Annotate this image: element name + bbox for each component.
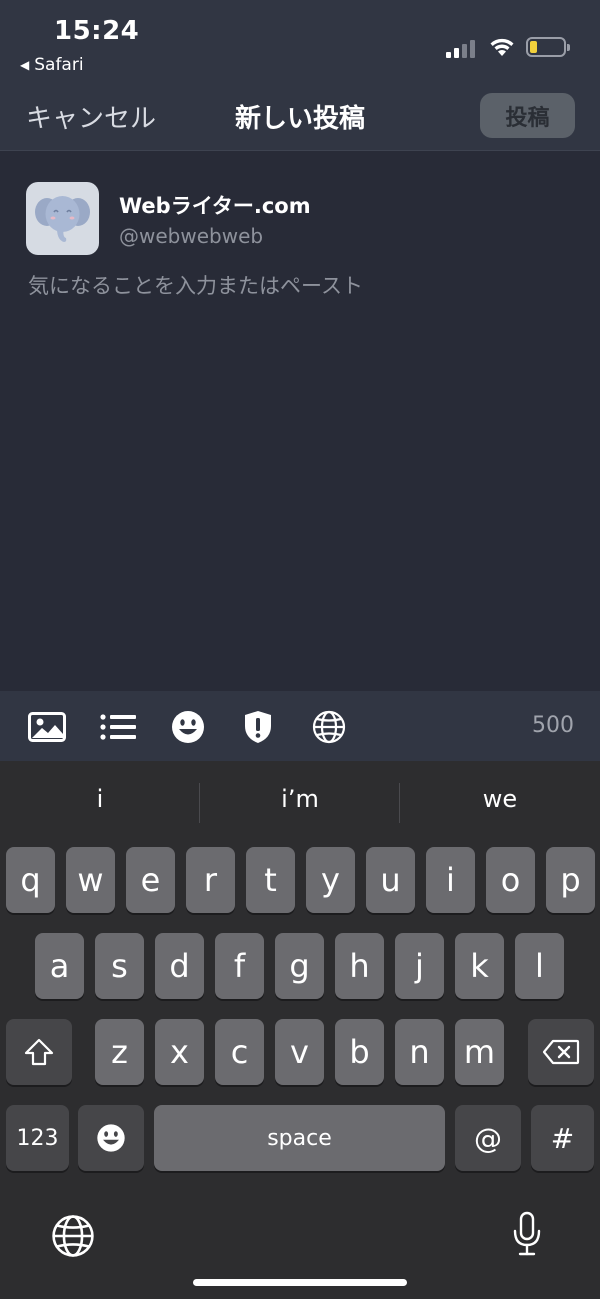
- key-c[interactable]: c: [215, 1019, 264, 1085]
- home-indicator: [193, 1279, 407, 1286]
- post-button[interactable]: 投稿: [480, 93, 575, 138]
- key-d[interactable]: d: [155, 933, 204, 999]
- suggestion-1[interactable]: i: [0, 785, 200, 813]
- key-v[interactable]: v: [275, 1019, 324, 1085]
- key-i[interactable]: i: [426, 847, 475, 913]
- key-e[interactable]: e: [126, 847, 175, 913]
- key-m[interactable]: m: [455, 1019, 504, 1085]
- avatar: [26, 182, 99, 255]
- suggestion-2[interactable]: i’m: [200, 785, 400, 813]
- key-b[interactable]: b: [335, 1019, 384, 1085]
- numbers-key[interactable]: 123: [6, 1105, 69, 1171]
- emoji-icon[interactable]: [169, 708, 207, 746]
- key-k[interactable]: k: [455, 933, 504, 999]
- key-x[interactable]: x: [155, 1019, 204, 1085]
- key-t[interactable]: t: [246, 847, 295, 913]
- image-icon[interactable]: [28, 708, 66, 746]
- nav-bar: キャンセル 新しい投稿 投稿: [0, 88, 600, 151]
- at-key[interactable]: @: [455, 1105, 521, 1171]
- key-a[interactable]: a: [35, 933, 84, 999]
- key-f[interactable]: f: [215, 933, 264, 999]
- account-display-name: Webライター.com: [119, 194, 311, 218]
- key-o[interactable]: o: [486, 847, 535, 913]
- list-icon[interactable]: [99, 708, 137, 746]
- key-h[interactable]: h: [335, 933, 384, 999]
- key-p[interactable]: p: [546, 847, 595, 913]
- battery-icon: [526, 37, 570, 57]
- backspace-icon: [542, 1039, 580, 1065]
- key-j[interactable]: j: [395, 933, 444, 999]
- delete-key[interactable]: [528, 1019, 594, 1085]
- compose-input[interactable]: [28, 268, 578, 304]
- emoji-icon: [97, 1124, 125, 1152]
- key-g[interactable]: g: [275, 933, 324, 999]
- suggestion-bar: i i’m we: [0, 761, 600, 845]
- key-s[interactable]: s: [95, 933, 144, 999]
- keyboard: i i’m we q w e r t y u i o p a s d f g h…: [0, 761, 600, 1299]
- emoji-key[interactable]: [78, 1105, 144, 1171]
- microphone-icon[interactable]: [511, 1211, 543, 1261]
- back-to-app-link[interactable]: ◀ Safari: [20, 55, 84, 75]
- account-handle: @webwebweb: [119, 224, 264, 248]
- key-u[interactable]: u: [366, 847, 415, 913]
- key-l[interactable]: l: [515, 933, 564, 999]
- key-z[interactable]: z: [95, 1019, 144, 1085]
- back-triangle-icon: ◀: [20, 58, 30, 72]
- shift-key[interactable]: [6, 1019, 72, 1085]
- back-app-label: Safari: [34, 55, 84, 75]
- compose-toolbar: 500: [0, 691, 600, 761]
- mastodon-elephant-icon: [35, 196, 90, 242]
- suggestion-3[interactable]: we: [400, 785, 600, 813]
- wifi-icon: [490, 38, 514, 56]
- shift-arrow-icon: [24, 1038, 54, 1066]
- status-bar: 15:24 ◀ Safari: [0, 0, 600, 88]
- key-y[interactable]: y: [306, 847, 355, 913]
- key-w[interactable]: w: [66, 847, 115, 913]
- key-r[interactable]: r: [186, 847, 235, 913]
- status-time: 15:24: [54, 16, 140, 46]
- space-key[interactable]: space: [154, 1105, 445, 1171]
- cellular-signal-icon: [446, 38, 475, 58]
- key-n[interactable]: n: [395, 1019, 444, 1085]
- globe-icon[interactable]: [310, 708, 348, 746]
- shield-warning-icon[interactable]: [239, 708, 277, 746]
- hash-key[interactable]: #: [531, 1105, 594, 1171]
- key-q[interactable]: q: [6, 847, 55, 913]
- keyboard-globe-icon[interactable]: [51, 1214, 95, 1262]
- character-count: 500: [532, 713, 574, 738]
